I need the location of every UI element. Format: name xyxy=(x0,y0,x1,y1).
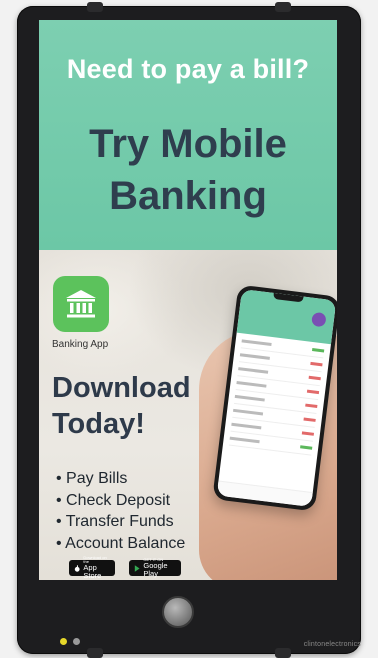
app-store-badge[interactable]: Download on the App Store xyxy=(69,556,115,580)
phone-screen xyxy=(216,288,337,508)
feature-item: Check Deposit xyxy=(56,490,185,512)
frame-tab xyxy=(87,2,103,12)
hand-holding-phone-photo: Banking App Download Today! Pay Bills Ch… xyxy=(39,250,337,580)
phone-notch xyxy=(273,292,304,303)
banner-title: Try Mobile Banking xyxy=(39,118,337,222)
promo-banner: Need to pay a bill? Try Mobile Banking xyxy=(39,20,337,250)
headline: Need to pay a bill? xyxy=(66,54,310,84)
feature-item: Pay Bills xyxy=(56,468,185,490)
status-led-gray xyxy=(73,638,80,645)
avatar xyxy=(311,311,327,328)
feature-item: Account Balance xyxy=(56,533,185,555)
google-play-icon xyxy=(134,564,140,572)
app-name-label: Banking App xyxy=(52,339,109,350)
transaction-list xyxy=(222,333,331,464)
frame-tab xyxy=(275,2,291,12)
feature-item: Transfer Funds xyxy=(56,511,185,533)
download-line-1: Download xyxy=(52,372,191,404)
app-store-label: App Store xyxy=(83,563,102,580)
title-line-2: Banking xyxy=(109,174,267,218)
phone-mockup xyxy=(212,284,337,512)
kiosk-frame: Need to pay a bill? Try Mobile Banking B… xyxy=(17,2,361,658)
download-heading: Download Today! xyxy=(52,370,191,442)
bank-building-icon xyxy=(53,276,109,332)
brand-logo: clintonelectronics xyxy=(303,641,361,648)
title-line-1: Try Mobile xyxy=(89,122,287,166)
apple-icon xyxy=(74,564,80,572)
home-button[interactable] xyxy=(162,596,194,628)
feature-list: Pay Bills Check Deposit Transfer Funds A… xyxy=(56,468,185,554)
display-screen: Need to pay a bill? Try Mobile Banking B… xyxy=(39,20,337,580)
status-led-yellow xyxy=(60,638,67,645)
google-play-badge[interactable]: GET IT ON Google Play xyxy=(129,558,181,578)
download-line-2: Today! xyxy=(52,408,145,440)
google-play-label: Google Play xyxy=(143,561,168,578)
